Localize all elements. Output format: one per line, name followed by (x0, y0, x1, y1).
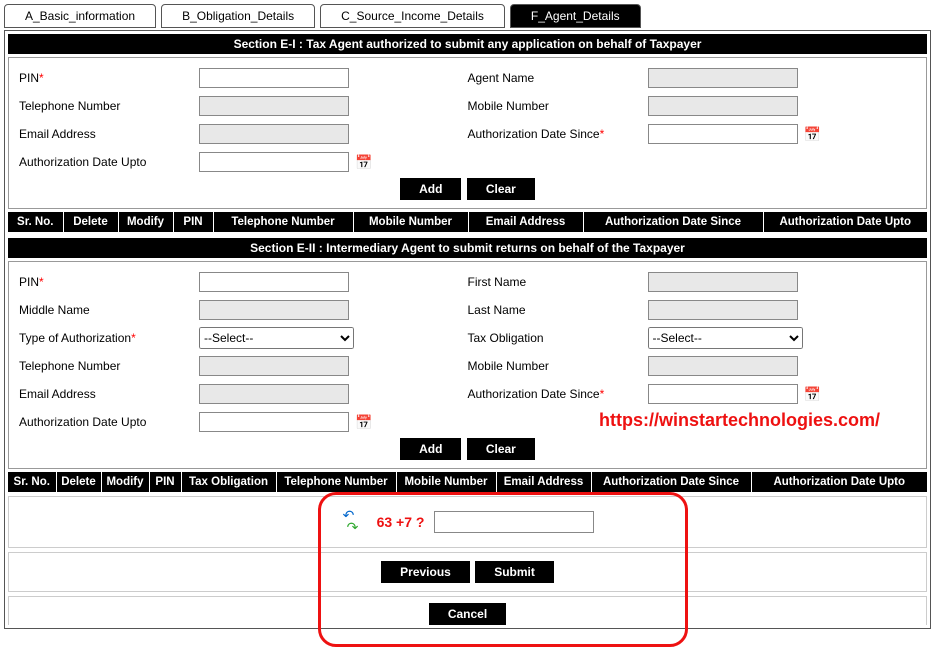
add-button[interactable]: Add (400, 178, 461, 200)
label-middle-name: Middle Name (19, 303, 199, 317)
col2-delete: Delete (56, 472, 101, 492)
captcha-section: ↶ ↷ 63 +7 ? (8, 496, 927, 548)
label-last-name: Last Name (468, 303, 648, 317)
col2-mobile: Mobile Number (396, 472, 496, 492)
auth-upto2-input[interactable] (199, 412, 349, 432)
tab-basic-info[interactable]: A_Basic_information (4, 4, 156, 28)
mobile-input (648, 96, 798, 116)
cancel-section: Cancel (8, 596, 927, 625)
type-auth-select[interactable]: --Select-- (199, 327, 354, 349)
section-e2-title: Section E-II : Intermediary Agent to sub… (8, 238, 927, 258)
refresh-captcha-icon[interactable]: ↶ ↷ (341, 509, 367, 535)
first-name-input (648, 272, 798, 292)
mobile2-input (648, 356, 798, 376)
label-first-name: First Name (468, 275, 648, 289)
calendar-icon[interactable]: 📅 (355, 414, 372, 431)
calendar-icon[interactable]: 📅 (355, 154, 372, 171)
previous-button[interactable]: Previous (381, 561, 470, 583)
submit-button[interactable]: Submit (475, 561, 554, 583)
captcha-question: 63 +7 ? (377, 514, 425, 530)
label-telephone2: Telephone Number (19, 359, 199, 373)
col-pin: PIN (173, 212, 213, 232)
calendar-icon[interactable]: 📅 (804, 126, 821, 143)
label-tax-obl: Tax Obligation (468, 331, 648, 345)
col2-srno: Sr. No. (8, 472, 56, 492)
col-since: Authorization Date Since (583, 212, 763, 232)
telephone-input (199, 96, 349, 116)
col2-upto: Authorization Date Upto (751, 472, 927, 492)
label-email2: Email Address (19, 387, 199, 401)
auth-since-input[interactable] (648, 124, 798, 144)
add-button-2[interactable]: Add (400, 438, 461, 460)
col2-modify: Modify (101, 472, 149, 492)
col-delete: Delete (63, 212, 118, 232)
label-pin2: PIN* (19, 275, 199, 289)
section-e2-form: PIN* First Name Middle Name Last Name Ty… (8, 261, 927, 469)
pin2-input[interactable] (199, 272, 349, 292)
middle-name-input (199, 300, 349, 320)
last-name-input (648, 300, 798, 320)
label-type-auth: Type of Authorization* (19, 331, 199, 345)
col2-email: Email Address (496, 472, 591, 492)
col2-pin: PIN (149, 472, 181, 492)
col-modify: Modify (118, 212, 173, 232)
label-pin: PIN* (19, 71, 199, 85)
section-e1-table: Sr. No. Delete Modify PIN Telephone Numb… (8, 212, 927, 232)
pin-input[interactable] (199, 68, 349, 88)
label-auth-upto: Authorization Date Upto (19, 155, 199, 169)
section-e2-table: Sr. No. Delete Modify PIN Tax Obligation… (8, 472, 927, 492)
telephone2-input (199, 356, 349, 376)
email-input (199, 124, 349, 144)
captcha-input[interactable] (434, 511, 594, 533)
navigation-buttons: Previous Submit (8, 552, 927, 592)
tax-obl-select[interactable]: --Select-- (648, 327, 803, 349)
col-srno: Sr. No. (8, 212, 63, 232)
label-auth-since2: Authorization Date Since* (468, 387, 648, 401)
label-telephone: Telephone Number (19, 99, 199, 113)
auth-upto-input[interactable] (199, 152, 349, 172)
col-telephone: Telephone Number (213, 212, 353, 232)
col2-since: Authorization Date Since (591, 472, 751, 492)
label-auth-upto2: Authorization Date Upto (19, 415, 199, 429)
auth-since2-input[interactable] (648, 384, 798, 404)
label-mobile2: Mobile Number (468, 359, 648, 373)
label-email: Email Address (19, 127, 199, 141)
cancel-button[interactable]: Cancel (429, 603, 506, 625)
calendar-icon[interactable]: 📅 (804, 386, 821, 403)
col-upto: Authorization Date Upto (763, 212, 927, 232)
tab-source-income[interactable]: C_Source_Income_Details (320, 4, 505, 28)
label-mobile: Mobile Number (468, 99, 648, 113)
label-agent-name: Agent Name (468, 71, 648, 85)
col2-telephone: Telephone Number (276, 472, 396, 492)
label-auth-since: Authorization Date Since* (468, 127, 648, 141)
section-e1-form: PIN* Agent Name Telephone Number Mobile … (8, 57, 927, 209)
clear-button[interactable]: Clear (467, 178, 535, 200)
clear-button-2[interactable]: Clear (467, 438, 535, 460)
section-e1-title: Section E-I : Tax Agent authorized to su… (8, 34, 927, 54)
agent-name-input (648, 68, 798, 88)
email2-input (199, 384, 349, 404)
col-email: Email Address (468, 212, 583, 232)
tab-obligation-details[interactable]: B_Obligation_Details (161, 4, 315, 28)
col2-taxobl: Tax Obligation (181, 472, 276, 492)
tab-agent-details[interactable]: F_Agent_Details (510, 4, 641, 28)
col-mobile: Mobile Number (353, 212, 468, 232)
